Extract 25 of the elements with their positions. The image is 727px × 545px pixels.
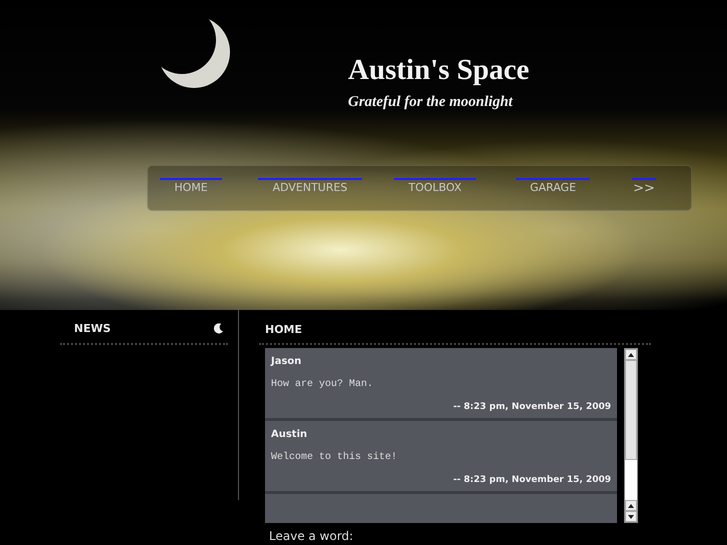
scroll-up-button[interactable] bbox=[625, 349, 637, 360]
message-author: Jason bbox=[271, 356, 302, 367]
message-timestamp: -- 8:23 pm, November 15, 2009 bbox=[452, 475, 611, 485]
section-heading: HOME bbox=[265, 323, 302, 336]
message-text: Welcome to this site! bbox=[271, 452, 398, 463]
down-triangle-icon bbox=[628, 514, 634, 518]
nav-link[interactable]: GARAGE bbox=[516, 178, 590, 194]
nav-link[interactable]: ADVENTURES bbox=[258, 178, 362, 194]
scroll-up-button[interactable] bbox=[625, 500, 637, 511]
scrollbar-thumb[interactable] bbox=[625, 360, 637, 460]
nav-link[interactable]: >> bbox=[632, 178, 656, 196]
nav-link[interactable]: HOME bbox=[160, 178, 222, 194]
sidebar-heading: NEWS bbox=[74, 322, 111, 335]
message-timestamp: -- 8:23 pm, November 15, 2009 bbox=[452, 402, 611, 412]
up-triangle-icon bbox=[628, 504, 634, 508]
nav-link[interactable]: TOOLBOX bbox=[394, 178, 476, 194]
up-triangle-icon bbox=[628, 352, 634, 356]
message-author: Austin bbox=[271, 429, 308, 440]
scroll-down-button[interactable] bbox=[625, 511, 637, 522]
form-label: Leave a word: bbox=[269, 529, 354, 543]
site-subtitle: Grateful for the moonlight bbox=[348, 94, 514, 111]
scrollbar[interactable] bbox=[624, 348, 638, 523]
site-title: Austin's Space bbox=[348, 54, 530, 87]
crescent-moon-icon bbox=[213, 323, 224, 334]
message-text: How are you? Man. bbox=[271, 379, 374, 390]
